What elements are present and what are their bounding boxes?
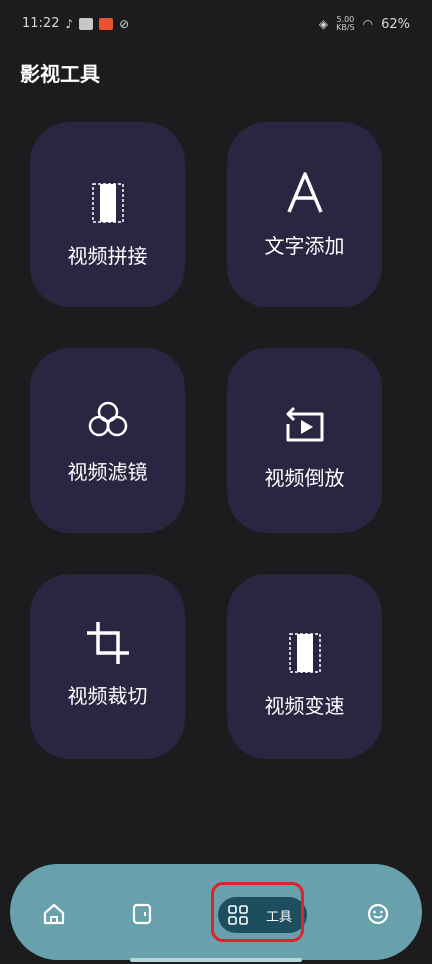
- wifi-icon: ◠: [362, 17, 374, 31]
- highlight-box: [211, 882, 304, 942]
- net-speed: 5.00 KB/S: [336, 16, 355, 32]
- tool-label: 视频裁切: [67, 684, 148, 708]
- tiktok-icon: ♪: [65, 16, 74, 31]
- tool-label: 文字添加: [264, 234, 345, 258]
- app-notification-icon: [79, 17, 94, 30]
- battery-level: 62%: [381, 16, 410, 32]
- home-icon[interactable]: [34, 894, 74, 934]
- tool-tile-video-filter[interactable]: 视频滤镜: [30, 348, 185, 533]
- tool-tile-add-text[interactable]: 文字添加: [227, 122, 382, 307]
- status-left: 11:22 ♪ ⊘: [22, 16, 129, 31]
- tool-label: 视频滤镜: [67, 460, 148, 484]
- text-a-icon: [286, 172, 323, 213]
- film-strip-icon: [288, 633, 321, 673]
- tool-label: 视频变速: [264, 694, 345, 718]
- status-bar: 11:22 ♪ ⊘ ◈ 5.00 KB/S ◠ 62%: [0, 0, 432, 46]
- home-indicator: [130, 958, 302, 962]
- filter-circles-icon: [88, 401, 127, 437]
- bookmark-card-icon[interactable]: [122, 894, 162, 934]
- reverse-play-icon: [286, 406, 323, 442]
- status-time: 11:22: [22, 16, 60, 31]
- page-title: 影视工具: [20, 62, 100, 86]
- tool-label: 视频拼接: [67, 244, 148, 268]
- crop-icon: [86, 622, 129, 664]
- vibrate-icon: ◈: [318, 17, 329, 31]
- no-disturb-icon: ⊘: [119, 16, 130, 31]
- tool-tile-video-crop[interactable]: 视频裁切: [30, 574, 185, 759]
- tool-tile-video-speed[interactable]: 视频变速: [227, 574, 382, 759]
- net-speed-unit: KB/S: [336, 23, 355, 32]
- film-strip-icon: [91, 183, 124, 223]
- tool-tile-video-reverse[interactable]: 视频倒放: [227, 348, 382, 533]
- tool-tile-video-merge[interactable]: 视频拼接: [30, 122, 185, 307]
- tool-label: 视频倒放: [264, 466, 345, 490]
- status-right: ◈ 5.00 KB/S ◠ 62%: [319, 16, 410, 32]
- app-badge-icon: [99, 17, 114, 30]
- smiley-icon[interactable]: [358, 894, 398, 934]
